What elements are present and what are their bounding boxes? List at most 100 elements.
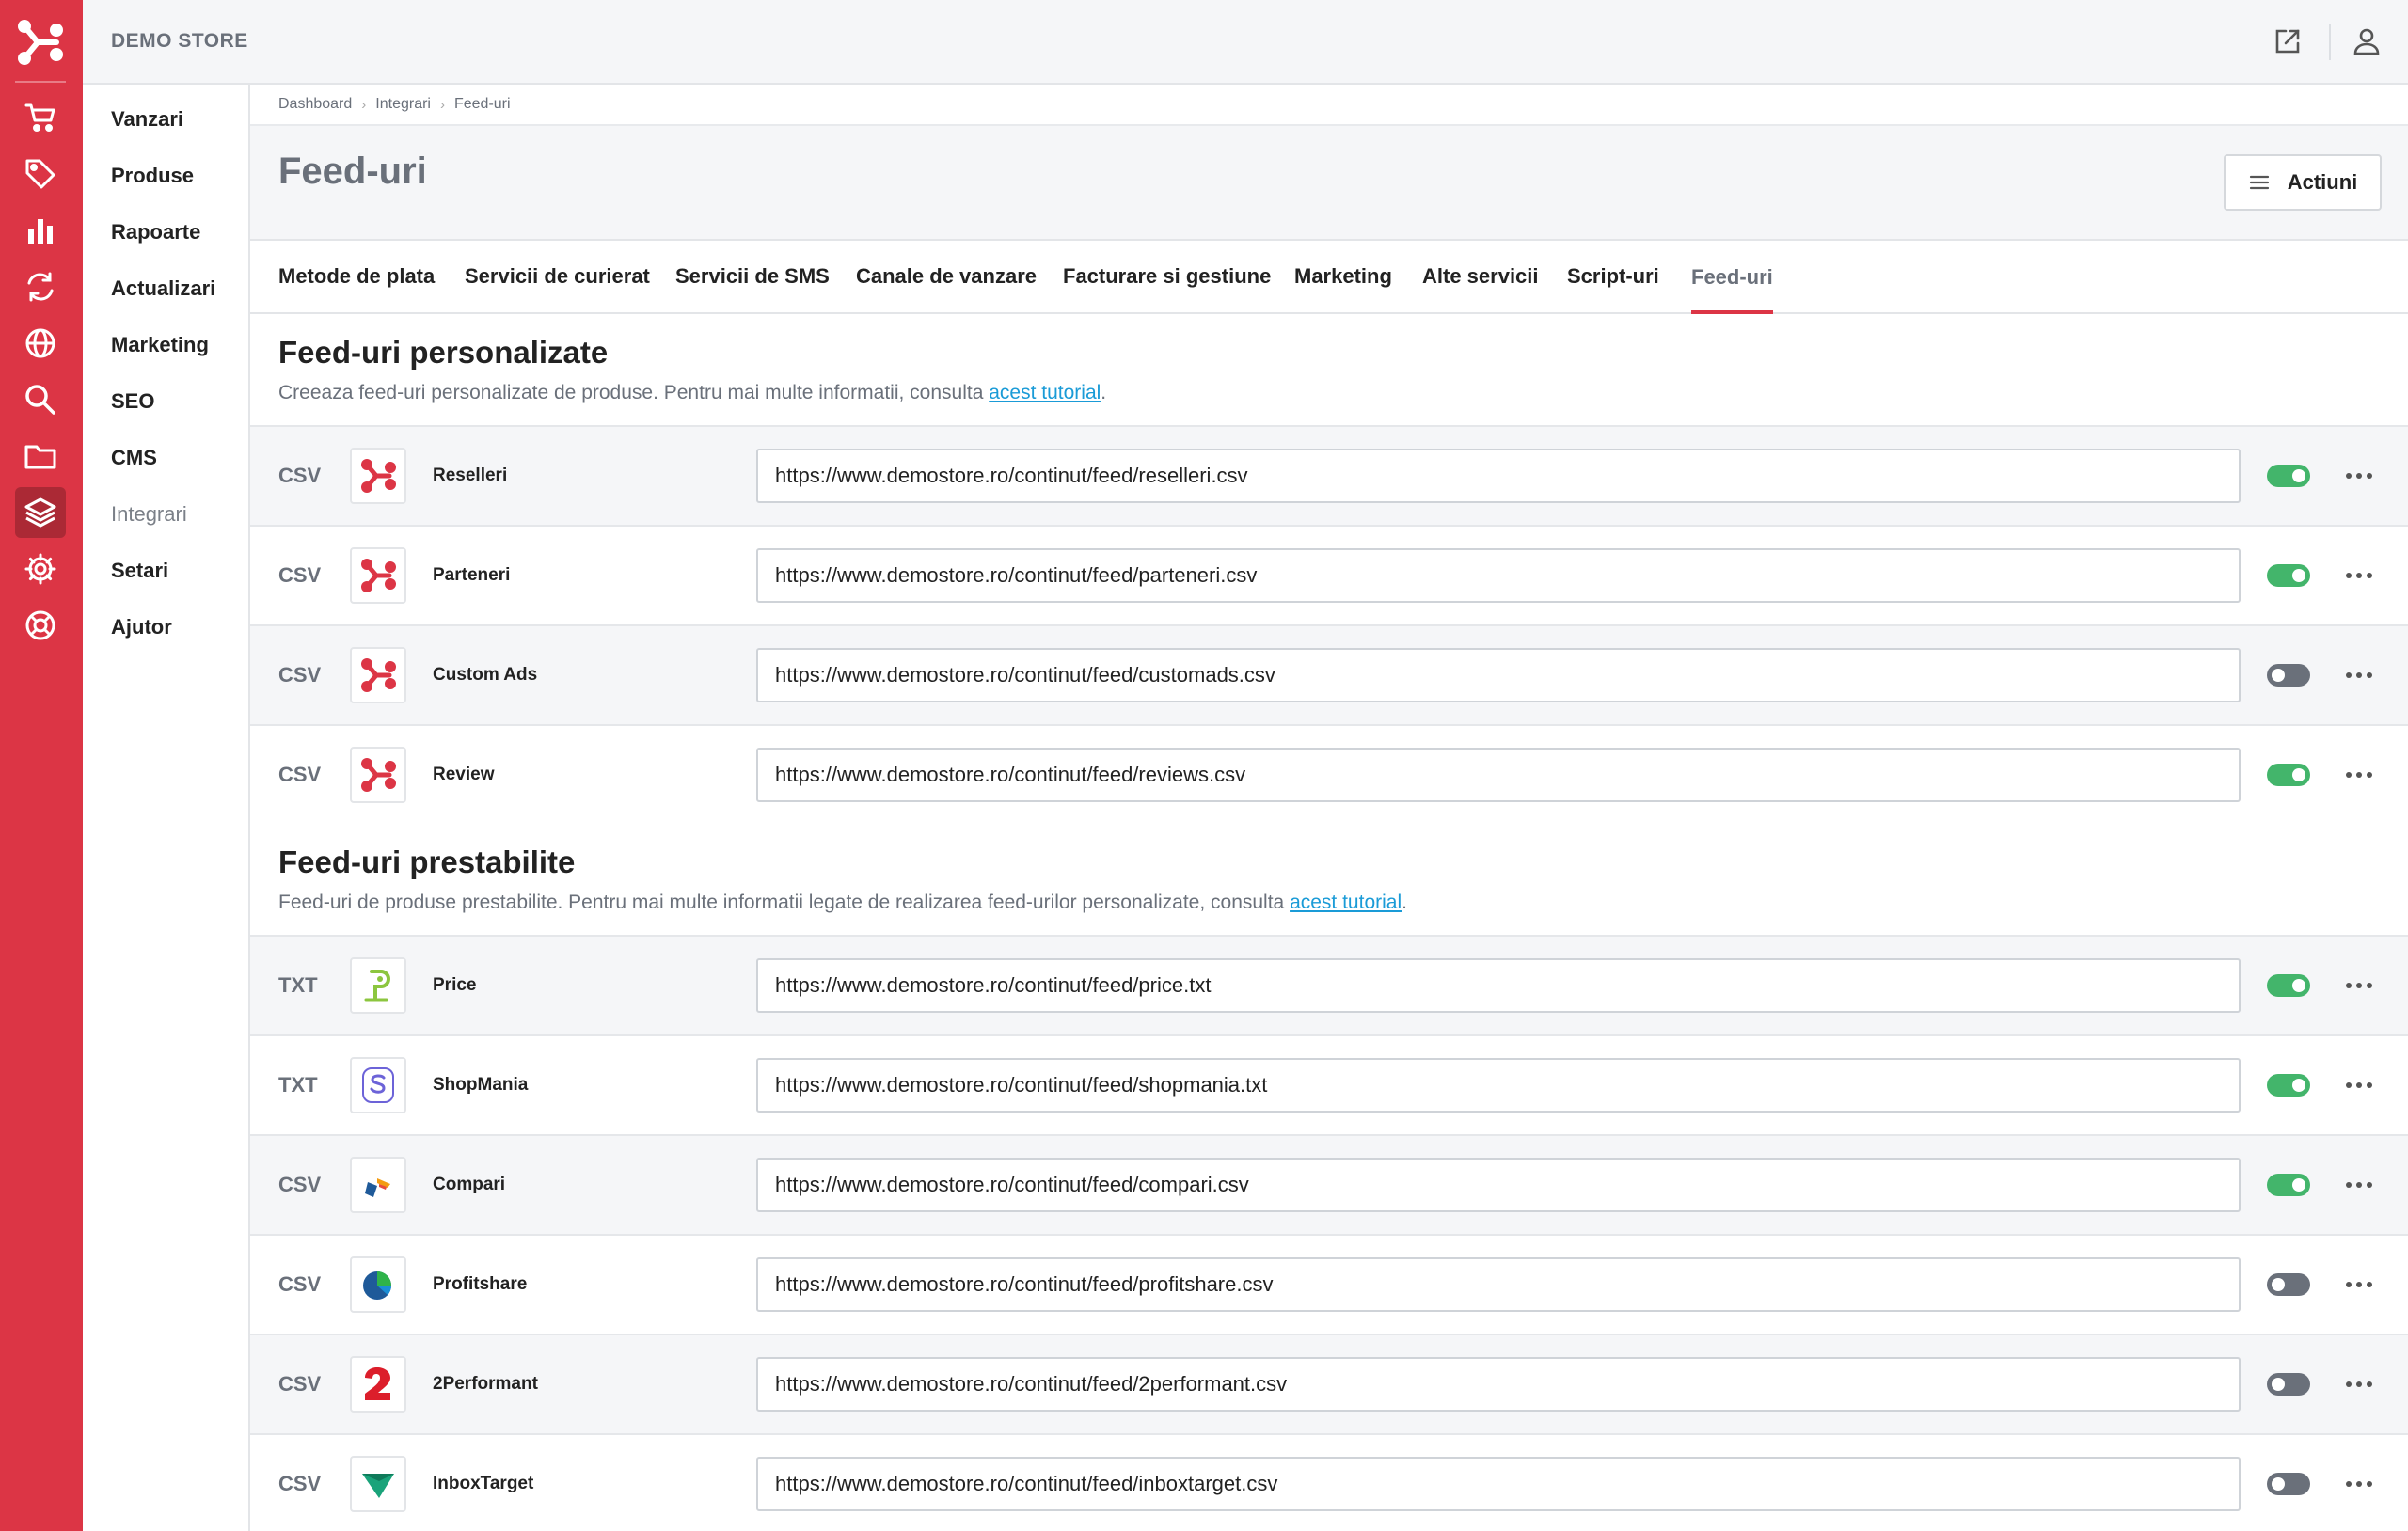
feed-toggle[interactable]: [2267, 564, 2310, 587]
feed-toggle[interactable]: [2267, 1074, 2310, 1097]
toggle-knob: [2292, 569, 2305, 582]
feed-url-input[interactable]: [756, 648, 2241, 702]
feed-type: TXT: [278, 1073, 318, 1097]
tab-metode-de-plata[interactable]: Metode de plata: [278, 241, 435, 312]
tab-servicii-de-curierat[interactable]: Servicii de curierat: [465, 241, 650, 312]
feed-type: CSV: [278, 763, 322, 786]
feed-url-input[interactable]: [756, 1257, 2241, 1312]
feed-name: Price: [433, 975, 477, 995]
feed-type: CSV: [278, 1472, 322, 1495]
actions-button[interactable]: Actiuni: [2224, 154, 2382, 211]
top-bar: DEMO STORE: [83, 0, 2408, 85]
tab-marketing[interactable]: Marketing: [1294, 241, 1392, 312]
external-link-icon[interactable]: [2269, 23, 2306, 60]
tab-alte-servicii[interactable]: Alte servicii: [1422, 241, 1539, 312]
user-icon[interactable]: [2348, 23, 2385, 60]
tab-bar: Metode de plata Servicii de curierat Ser…: [250, 241, 2408, 314]
feed-name: Compari: [433, 1175, 506, 1194]
feed-row-inboxtarget: CSV InboxTarget: [250, 1433, 2408, 1531]
subnav-item-setari[interactable]: Setari: [111, 559, 168, 583]
feed-row-shopmania: TXT ShopMania: [250, 1034, 2408, 1134]
feed-name: Parteneri: [433, 565, 511, 585]
feed-url-input[interactable]: [756, 1158, 2241, 1212]
feed-url-input[interactable]: [756, 958, 2241, 1013]
breadcrumb-item[interactable]: Integrari: [375, 96, 431, 113]
main-content: Dashboard › Integrari › Feed-uri Feed-ur…: [250, 85, 2408, 1531]
2performant-logo-icon: [350, 1356, 406, 1413]
feed-name: Reselleri: [433, 466, 508, 485]
brand-logo-icon: [350, 647, 406, 703]
tab-facturare-si-gestiune[interactable]: Facturare si gestiune: [1063, 241, 1271, 312]
desc-text: Feed-uri de produse prestabilite. Pentru…: [278, 892, 1291, 913]
tab-script-uri[interactable]: Script-uri: [1567, 241, 1659, 312]
tutorial-link[interactable]: acest tutorial: [989, 382, 1101, 403]
search-icon[interactable]: [15, 374, 66, 425]
toggle-knob: [2292, 469, 2305, 482]
subnav-item-rapoarte[interactable]: Rapoarte: [111, 220, 200, 245]
feed-toggle[interactable]: [2267, 764, 2310, 786]
more-options-icon[interactable]: [2340, 465, 2378, 487]
more-options-icon[interactable]: [2340, 664, 2378, 687]
subnav-item-cms[interactable]: CMS: [111, 446, 157, 470]
feed-toggle[interactable]: [2267, 1273, 2310, 1296]
gear-icon[interactable]: [15, 544, 66, 594]
feed-toggle[interactable]: [2267, 465, 2310, 487]
compari-logo-icon: [350, 1157, 406, 1213]
feed-name: Custom Ads: [433, 665, 538, 685]
cart-icon[interactable]: [15, 92, 66, 143]
feed-url-input[interactable]: [756, 449, 2241, 503]
page-header: Feed-uri Actiuni: [250, 126, 2408, 241]
breadcrumb-item[interactable]: Dashboard: [278, 96, 352, 113]
feed-toggle[interactable]: [2267, 1174, 2310, 1196]
feed-name: ShopMania: [433, 1075, 529, 1095]
sync-icon[interactable]: [15, 261, 66, 312]
globe-icon[interactable]: [15, 318, 66, 369]
rail-divider: [15, 81, 66, 83]
more-options-icon[interactable]: [2340, 1473, 2378, 1495]
feed-toggle[interactable]: [2267, 974, 2310, 997]
subnav-item-produse[interactable]: Produse: [111, 164, 194, 188]
feed-url-input[interactable]: [756, 748, 2241, 802]
subnav-item-integrari[interactable]: Integrari: [111, 502, 187, 527]
subnav-item-marketing[interactable]: Marketing: [111, 333, 209, 357]
section-title-custom: Feed-uri personalizate: [278, 335, 609, 370]
feed-url-input[interactable]: [756, 1357, 2241, 1412]
feed-url-input[interactable]: [756, 1457, 2241, 1511]
more-options-icon[interactable]: [2340, 1074, 2378, 1097]
more-options-icon[interactable]: [2340, 764, 2378, 786]
feed-toggle[interactable]: [2267, 1473, 2310, 1495]
bar-chart-icon[interactable]: [15, 205, 66, 256]
tab-feed-uri[interactable]: Feed-uri: [1691, 241, 1773, 314]
more-options-icon[interactable]: [2340, 974, 2378, 997]
tab-canale-de-vanzare[interactable]: Canale de vanzare: [856, 241, 1037, 312]
toggle-knob: [2292, 768, 2305, 781]
more-options-icon[interactable]: [2340, 1373, 2378, 1396]
subnav-item-ajutor[interactable]: Ajutor: [111, 615, 172, 639]
feed-name: 2Performant: [433, 1374, 538, 1394]
feed-toggle[interactable]: [2267, 1373, 2310, 1396]
tab-servicii-de-sms[interactable]: Servicii de SMS: [675, 241, 830, 312]
feed-type: CSV: [278, 1173, 322, 1196]
brand-logo-icon: [350, 547, 406, 604]
feed-toggle[interactable]: [2267, 664, 2310, 687]
more-options-icon[interactable]: [2340, 1273, 2378, 1296]
subnav-item-actualizari[interactable]: Actualizari: [111, 276, 215, 301]
layers-icon[interactable]: [15, 487, 66, 538]
more-options-icon[interactable]: [2340, 1174, 2378, 1196]
folder-icon[interactable]: [15, 431, 66, 481]
subnav-item-seo[interactable]: SEO: [111, 389, 154, 414]
brand-logo-icon: [350, 448, 406, 504]
inboxtarget-logo-icon: [350, 1456, 406, 1512]
lifebuoy-icon[interactable]: [15, 600, 66, 651]
feed-row-price: TXT Price: [250, 935, 2408, 1034]
tag-icon[interactable]: [15, 149, 66, 199]
brand-logo-icon[interactable]: [15, 17, 66, 68]
feed-type: CSV: [278, 1372, 322, 1396]
more-options-icon[interactable]: [2340, 564, 2378, 587]
feed-url-input[interactable]: [756, 548, 2241, 603]
subnav-item-vanzari[interactable]: Vanzari: [111, 107, 183, 132]
desc-text: .: [1101, 382, 1107, 403]
section-desc-custom: Creeaza feed-uri personalizate de produs…: [278, 382, 1106, 404]
feed-url-input[interactable]: [756, 1058, 2241, 1113]
tutorial-link[interactable]: acest tutorial: [1290, 892, 1402, 913]
